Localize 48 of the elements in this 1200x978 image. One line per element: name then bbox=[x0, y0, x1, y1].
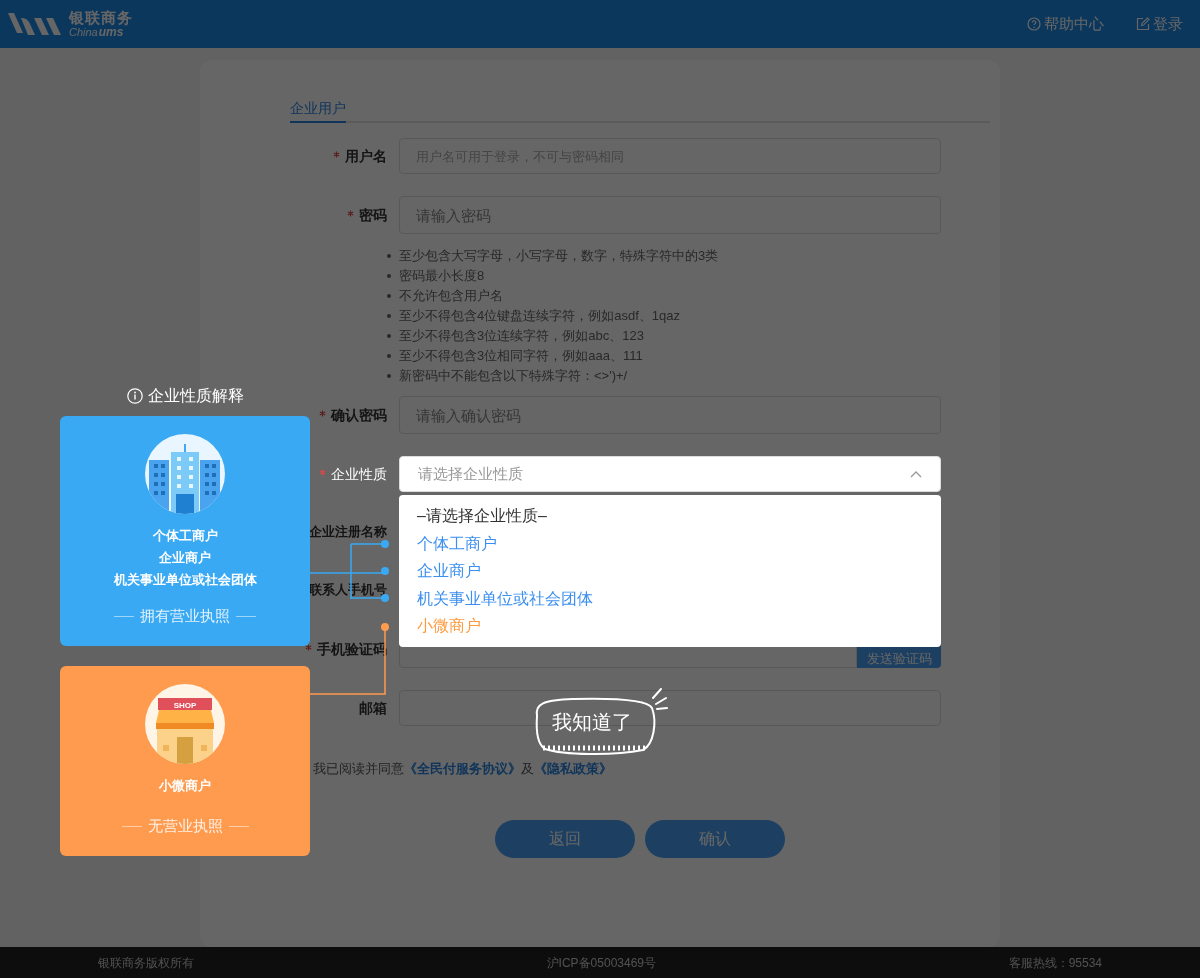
agreement-text: 我已阅读并同意 bbox=[313, 760, 404, 778]
password-rule: 不允许包含用户名 bbox=[399, 287, 503, 306]
header-link[interactable]: 帮助中心 bbox=[1027, 12, 1104, 36]
guide-title: 企业性质解释 bbox=[147, 386, 244, 406]
password-rule: 至少不得包含3位连续字符，例如abc、123 bbox=[399, 327, 644, 346]
card-caption: 无营业执照 bbox=[147, 816, 223, 836]
field-label: 确认密码 bbox=[331, 405, 387, 425]
bullet-icon bbox=[387, 334, 391, 338]
field-label: 邮箱 bbox=[359, 698, 387, 718]
logo-subtitle: China bbox=[69, 27, 98, 38]
edit-icon bbox=[1136, 17, 1150, 31]
bullet-icon bbox=[387, 274, 391, 278]
logo-subtitle: ums bbox=[98, 26, 124, 38]
password-rule: 至少不得包含4位键盘连续字符，例如asdf、1qaz bbox=[399, 307, 680, 326]
password-rule: 密码最小长度8 bbox=[399, 267, 485, 286]
card-line: 机关事业单位或社会团体 bbox=[113, 571, 257, 589]
logo-title: 银联商务 bbox=[69, 10, 133, 25]
field-label: 企业性质 bbox=[331, 464, 387, 484]
info-icon bbox=[126, 388, 143, 404]
password-rule: 至少包含大写字母，小写字母，数字，特殊字符中的3类 bbox=[399, 247, 719, 266]
card-line: 企业商户 bbox=[159, 549, 211, 567]
field-label: 用户名 bbox=[345, 146, 387, 166]
bullet-icon bbox=[387, 254, 391, 258]
bullet-icon bbox=[387, 354, 391, 358]
bullet-icon bbox=[387, 314, 391, 318]
password-rule: 新密码中不能包含以下特殊字符：<>')+/ bbox=[399, 367, 628, 386]
bullet-icon bbox=[387, 374, 391, 378]
help-icon bbox=[1027, 17, 1041, 31]
dropdown-option[interactable]: 个体工商户 bbox=[417, 529, 923, 557]
nature-select[interactable]: 请选择企业性质 bbox=[399, 456, 941, 492]
header-link[interactable]: 登录 bbox=[1136, 12, 1183, 36]
agreement-link[interactable]: 《隐私政策》 bbox=[534, 759, 612, 779]
card-line: 小微商户 bbox=[159, 777, 211, 795]
bullet-icon bbox=[387, 294, 391, 298]
field-label: 密码 bbox=[359, 205, 387, 225]
card-caption: 拥有营业执照 bbox=[140, 606, 230, 626]
dropdown-option[interactable]: –请选择企业性质– bbox=[417, 502, 923, 530]
agreement-text: 及 bbox=[521, 760, 534, 778]
tab[interactable]: 企业用户 bbox=[290, 96, 346, 123]
building-icon bbox=[145, 434, 225, 514]
dropdown-option[interactable]: 机关事业单位或社会团体 bbox=[417, 584, 923, 612]
card-line: 个体工商户 bbox=[152, 527, 218, 545]
dropdown-option[interactable]: 企业商户 bbox=[417, 557, 923, 585]
shop-icon: SHOP bbox=[145, 684, 225, 764]
action-button[interactable]: 确认 bbox=[645, 819, 785, 858]
field-label: 企业注册名称 bbox=[309, 523, 387, 542]
agreement-link[interactable]: 《全民付服务协议》 bbox=[404, 759, 521, 779]
action-button[interactable]: 返回 bbox=[495, 819, 635, 858]
